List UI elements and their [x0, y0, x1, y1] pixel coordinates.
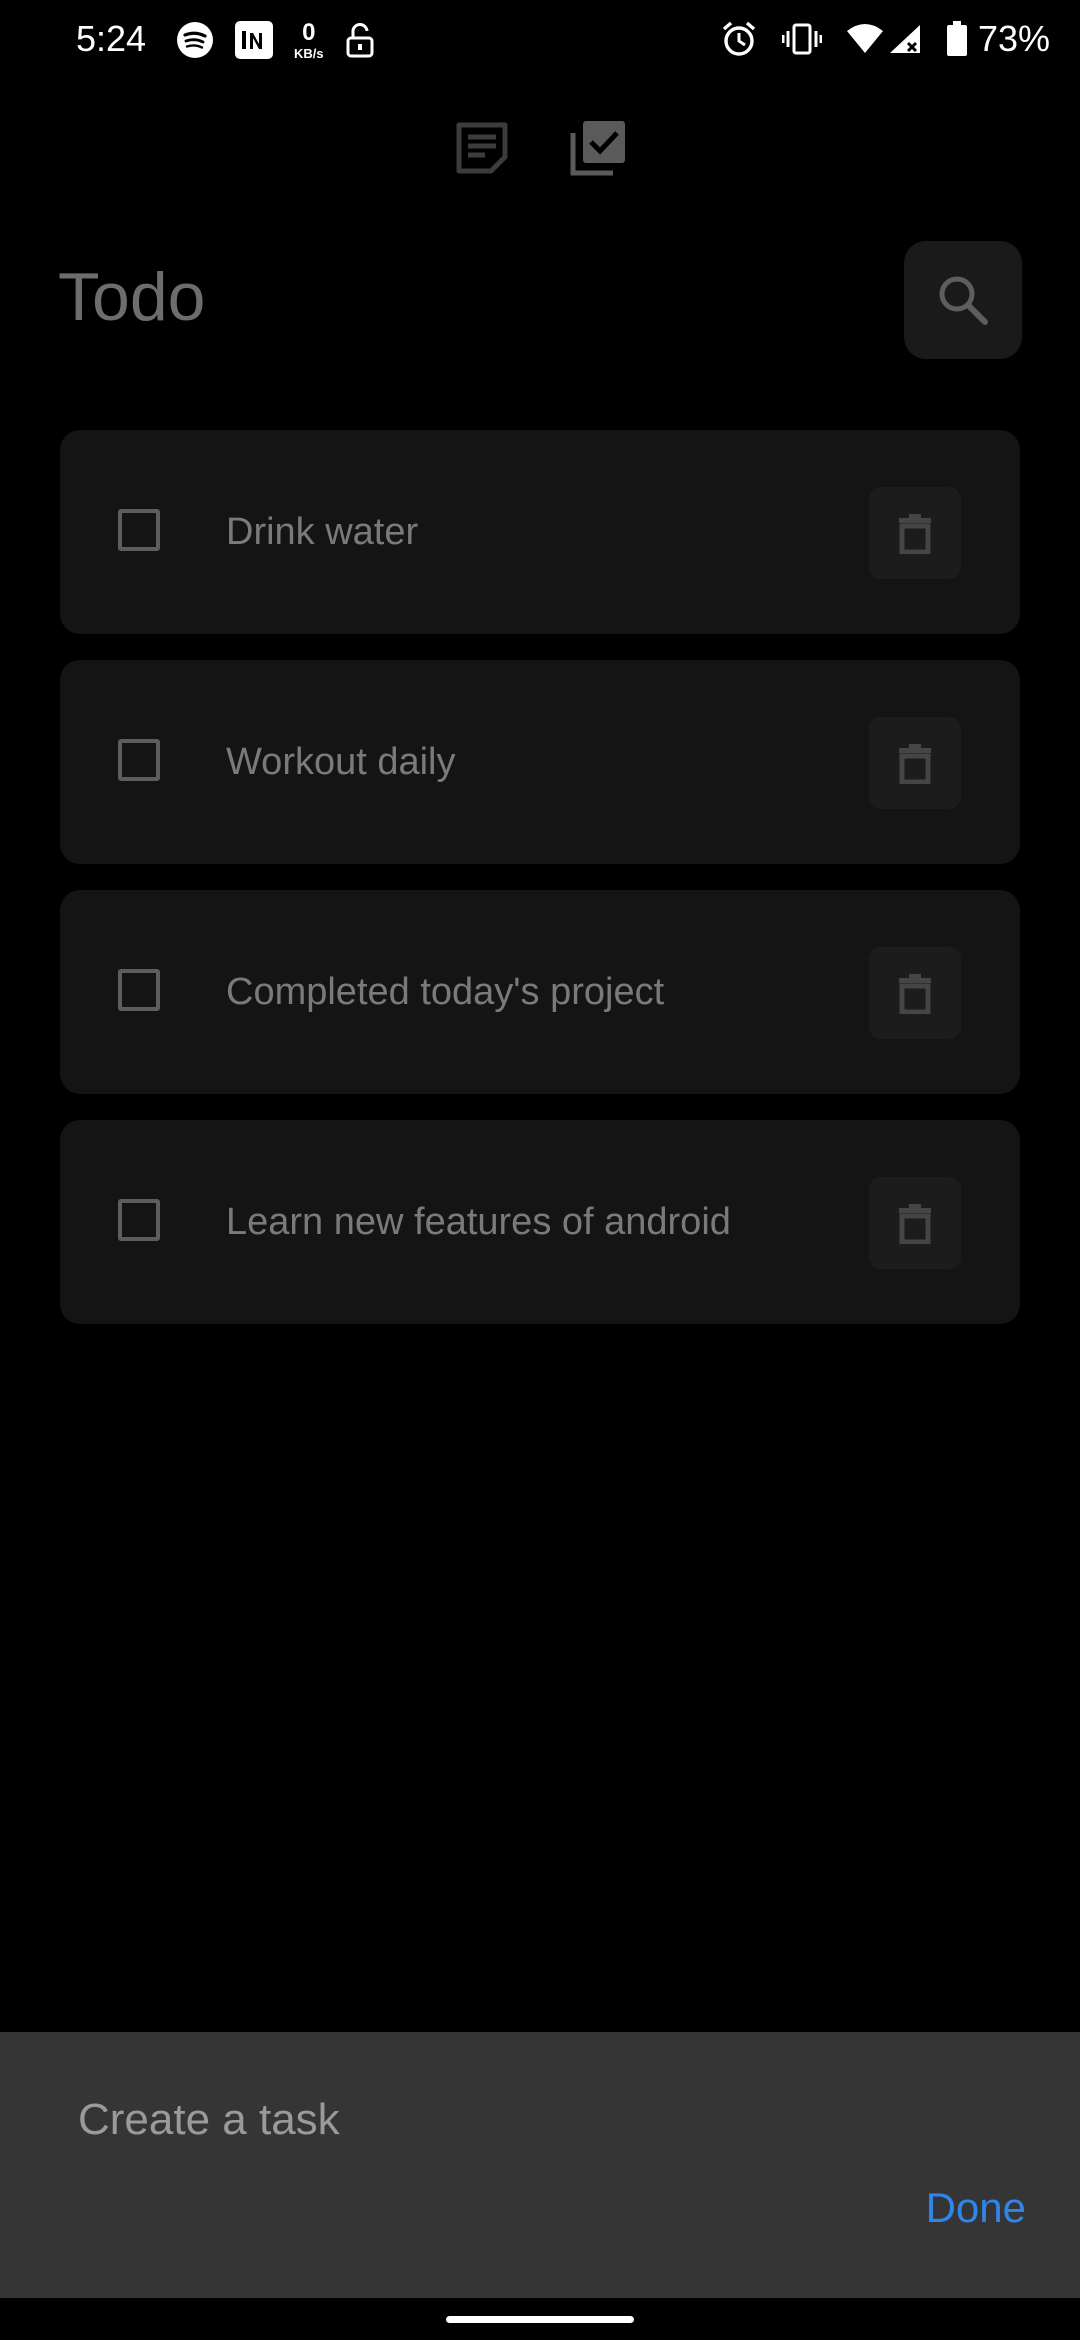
wifi-icon	[846, 24, 883, 53]
page-title: Todo	[58, 259, 206, 335]
tab-todo[interactable]	[568, 118, 628, 178]
task-checkbox[interactable]	[118, 509, 160, 551]
create-task-panel: Done	[0, 2032, 1080, 2298]
task-checkbox[interactable]	[118, 969, 160, 1011]
network-speed-unit: KB/s	[294, 45, 324, 61]
top-tabs	[0, 118, 1080, 178]
done-button[interactable]: Done	[926, 2184, 1026, 2232]
trash-icon	[899, 514, 931, 554]
trash-icon	[899, 1204, 931, 1244]
cellular-signal-icon	[889, 25, 920, 53]
create-task-input[interactable]	[78, 2090, 938, 2150]
search-button[interactable]	[904, 241, 1022, 359]
delete-button[interactable]	[869, 487, 961, 579]
spotify-icon	[177, 22, 213, 58]
task-label: Workout daily	[226, 741, 456, 783]
network-speed: 0 KB/s	[294, 18, 324, 61]
vibrate-icon	[781, 23, 822, 55]
status-bar: 5:24 0 KB/s 73%	[0, 0, 1080, 84]
task-item[interactable]: Drink water	[60, 430, 1020, 634]
status-left-icons: 0 KB/s	[176, 20, 396, 60]
task-checkbox[interactable]	[118, 739, 160, 781]
task-item[interactable]: Learn new features of android	[60, 1120, 1020, 1324]
status-time: 5:24	[76, 18, 147, 59]
task-label: Completed today's project	[226, 971, 665, 1013]
delete-button[interactable]	[869, 947, 961, 1039]
home-gesture-handle[interactable]	[446, 2316, 634, 2323]
delete-button[interactable]	[869, 1177, 961, 1269]
unlock-icon	[346, 23, 374, 58]
navigation-bar	[0, 2298, 1080, 2340]
tab-notes[interactable]	[452, 118, 512, 178]
battery-percent: 73%	[977, 18, 1050, 59]
alarm-icon	[722, 21, 756, 56]
delete-button[interactable]	[869, 717, 961, 809]
trash-icon	[899, 974, 931, 1014]
task-list: Drink water Workout daily Completed toda…	[60, 430, 1020, 1350]
notes-icon	[456, 122, 508, 174]
task-item[interactable]: Workout daily	[60, 660, 1020, 864]
trash-icon	[899, 744, 931, 784]
task-label: Drink water	[226, 511, 419, 553]
network-speed-value: 0	[302, 18, 316, 46]
checklist-icon	[570, 121, 625, 176]
task-item[interactable]: Completed today's project	[60, 890, 1020, 1094]
status-right-icons: 73%	[696, 18, 1050, 60]
task-checkbox[interactable]	[118, 1199, 160, 1241]
task-label: Learn new features of android	[226, 1201, 731, 1243]
search-icon	[939, 276, 988, 325]
battery-icon	[946, 21, 967, 56]
inshorts-icon	[235, 21, 273, 59]
